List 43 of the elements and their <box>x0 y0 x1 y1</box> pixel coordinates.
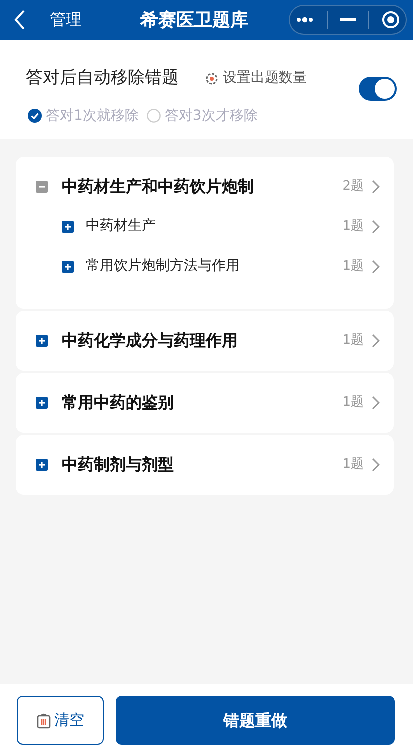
expand-icon[interactable] <box>36 334 48 346</box>
page-title: 希赛医卫题库 <box>139 8 250 32</box>
minimize-icon[interactable] <box>340 18 356 22</box>
trash-icon <box>36 712 50 728</box>
chevron-right-icon[interactable] <box>372 220 380 234</box>
expand-icon[interactable] <box>36 458 48 470</box>
settings-link[interactable]: 设置出题数量 <box>205 68 307 90</box>
chapter-title: 常用中药的鉴别 <box>62 392 175 414</box>
question-count: 1题 <box>342 456 364 474</box>
question-count: 1题 <box>342 332 364 350</box>
chapter-title: 常用饮片炮制方法与作用 <box>86 257 241 276</box>
chapter-title: 中药材生产 <box>86 217 157 236</box>
question-count: 1题 <box>342 394 364 412</box>
more-icon[interactable] <box>296 17 314 23</box>
question-count: 1题 <box>342 218 364 236</box>
chevron-right-icon[interactable] <box>372 260 380 274</box>
expand-icon[interactable] <box>62 220 74 232</box>
toggle-switch[interactable] <box>359 77 397 102</box>
gear-icon <box>205 72 219 86</box>
chevron-right-icon[interactable] <box>372 180 380 194</box>
chevron-right-icon[interactable] <box>372 334 380 348</box>
expand-icon[interactable] <box>62 260 74 272</box>
back-icon[interactable] <box>14 10 26 30</box>
setting-label: 答对后自动移除错题 <box>26 67 179 90</box>
chapter-row[interactable]: 中药材生产和中药饮片炮制 2题 <box>16 166 394 206</box>
question-count: 2题 <box>342 178 364 196</box>
collapse-icon[interactable] <box>36 180 48 192</box>
clear-button[interactable]: 清空 <box>17 696 104 745</box>
chevron-right-icon[interactable] <box>372 396 380 410</box>
chapter-row[interactable]: 常用中药的鉴别 1题 <box>16 382 394 422</box>
expand-icon[interactable] <box>36 396 48 408</box>
close-icon[interactable] <box>382 11 400 29</box>
chapter-row[interactable]: 常用饮片炮制方法与作用 1题 <box>16 246 394 286</box>
chapter-row[interactable]: 中药制剂与剂型 1题 <box>16 444 394 484</box>
chapter-title: 中药化学成分与药理作用 <box>62 330 239 352</box>
back-label[interactable]: 管理 <box>50 8 82 32</box>
redo-button[interactable]: 错题重做 <box>116 696 395 745</box>
chapter-row[interactable]: 中药化学成分与药理作用 1题 <box>16 320 394 360</box>
question-count: 1题 <box>342 258 364 276</box>
chapter-title: 中药制剂与剂型 <box>62 454 175 476</box>
chapter-row[interactable]: 中药材生产 1题 <box>16 206 394 246</box>
chapter-title: 中药材生产和中药饮片炮制 <box>62 176 255 198</box>
chevron-right-icon[interactable] <box>372 458 380 472</box>
